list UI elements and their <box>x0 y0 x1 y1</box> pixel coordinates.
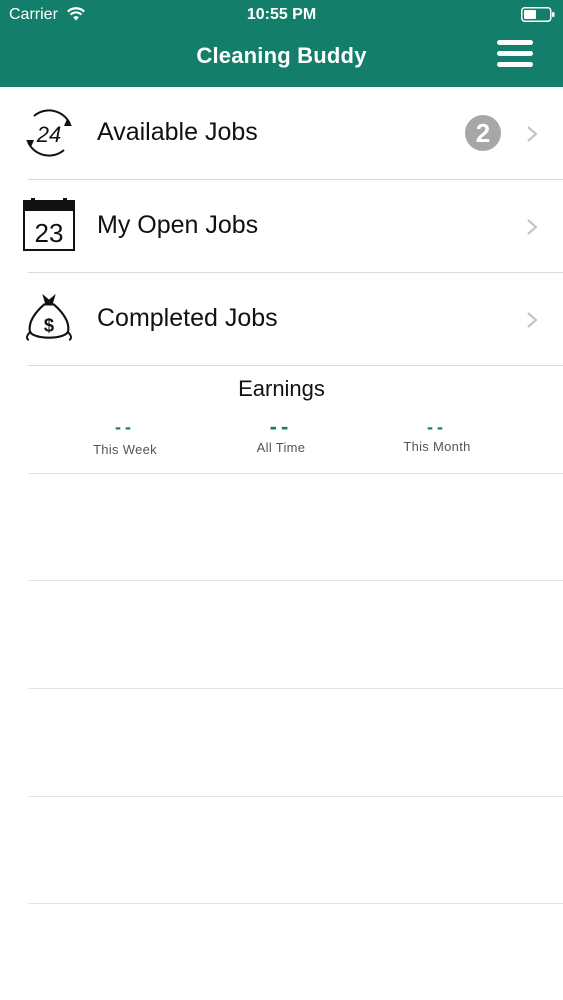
app-header: Carrier 10:55 PM Cleaning Buddy <box>0 0 563 87</box>
money-bag-icon: $ <box>26 293 72 341</box>
menu-item-completed-jobs[interactable]: $ Completed Jobs <box>0 273 563 366</box>
earnings-value: -- <box>269 414 293 439</box>
earnings-caption: All Time <box>256 440 306 455</box>
calendar-day: 23 <box>35 218 64 248</box>
earnings-all-time: -- All Time <box>206 414 356 456</box>
status-time: 10:55 PM <box>246 6 317 23</box>
earnings-title: Earnings <box>238 376 325 401</box>
list-divider <box>28 580 563 581</box>
earnings-caption: This Month <box>403 439 471 454</box>
menu-item-available-jobs[interactable]: 24 Available Jobs 2 <box>0 87 563 180</box>
chevron-right-icon <box>527 126 538 142</box>
job-count-badge: 2 <box>465 115 501 151</box>
menu-item-my-open-jobs[interactable]: 23 My Open Jobs <box>0 180 563 273</box>
earnings-this-month: -- This Month <box>362 418 512 454</box>
svg-text:$: $ <box>44 314 54 335</box>
status-bar: Carrier 10:55 PM <box>0 0 563 30</box>
chevron-right-icon <box>527 219 538 235</box>
chevron-right-icon <box>527 312 538 328</box>
list-divider <box>28 688 563 689</box>
earnings-value: -- <box>115 417 135 437</box>
page-title: Cleaning Buddy <box>196 43 367 68</box>
hamburger-menu-icon[interactable] <box>497 40 533 70</box>
calendar-icon: 23 <box>23 198 75 251</box>
list-divider <box>28 473 563 474</box>
earnings-this-week: -- This Week <box>50 418 200 457</box>
svg-text:24: 24 <box>36 122 61 147</box>
menu-item-label: My Open Jobs <box>97 211 259 239</box>
battery-icon <box>521 7 555 22</box>
list-divider <box>28 903 563 904</box>
list-divider <box>28 796 563 797</box>
earnings-panel: Earnings -- This Week -- All Time -- Thi… <box>0 366 563 474</box>
24-hours-icon: 24 <box>26 109 72 157</box>
menu-item-label: Completed Jobs <box>97 304 278 332</box>
earnings-value: -- <box>427 417 447 437</box>
menu-item-label: Available Jobs <box>97 118 258 146</box>
earnings-caption: This Week <box>93 442 157 457</box>
